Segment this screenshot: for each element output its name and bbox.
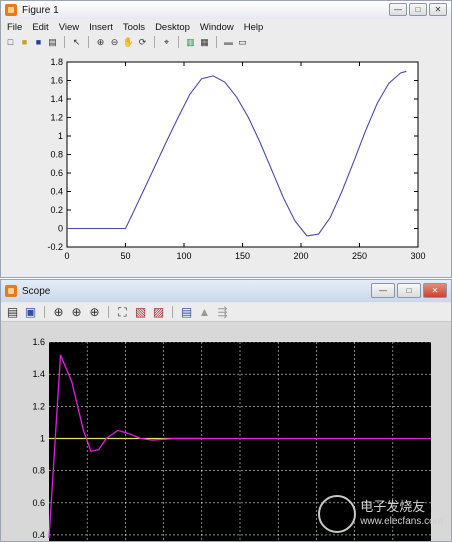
watermark-line1: 电子发烧友 [360,499,426,514]
watermark-line2: www.elecfans.com [360,516,443,527]
y-tick-label: 0.6 [32,498,45,508]
y-tick-label: 1.2 [50,113,63,123]
toolbar-separator [44,306,45,318]
scope-titlebar[interactable]: Scope — □ ✕ [1,280,451,302]
watermark-text: 电子发烧友 www.elecfans.com [360,499,443,529]
floating-scope-icon[interactable]: ▤ [179,305,194,320]
data-cursor-icon[interactable]: ⌖ [161,37,172,48]
close-button[interactable]: ✕ [423,283,447,298]
y-tick-label: 1.6 [50,76,63,86]
save-axes-icon[interactable]: ▧ [133,305,148,320]
y-tick-label: 0 [58,224,63,234]
zoom-y-icon[interactable]: ⊕ [87,305,102,320]
y-tick-label: 1.4 [32,369,45,379]
lock-icon[interactable]: ▲ [197,305,212,320]
menu-insert[interactable]: Insert [89,22,113,33]
x-tick-label: 100 [176,251,191,261]
matlab-icon [5,4,17,16]
legend-icon[interactable]: ▦ [199,37,210,48]
scope-title: Scope [22,285,51,297]
scope-app-icon [5,285,17,297]
figure-titlebar[interactable]: Figure 1 — □ ✕ [1,1,451,19]
menu-file[interactable]: File [7,22,22,33]
y-tick-label: 0.4 [32,530,45,540]
rotate-icon[interactable]: ⟳ [137,37,148,48]
toolbar-separator [108,306,109,318]
figure-menubar: File Edit View Insert Tools Desktop Wind… [1,20,451,34]
scope-window-buttons: — □ ✕ [371,283,447,298]
axes-box [66,61,419,248]
open-folder-icon[interactable]: ■ [19,37,30,48]
y-tick-label: 0.8 [32,466,45,476]
x-tick-label: 250 [352,251,367,261]
figure-window: Figure 1 — □ ✕ File Edit View Insert Too… [0,0,452,278]
x-tick-label: 150 [235,251,250,261]
menu-help[interactable]: Help [244,22,264,33]
y-tick-label: 1 [40,433,45,443]
print-icon[interactable]: ▤ [5,305,20,320]
y-tick-label: 0.4 [50,187,63,197]
toolbar-separator [178,36,179,48]
minimize-button[interactable]: — [389,3,407,16]
print-icon[interactable]: ▤ [47,37,58,48]
figure-plot[interactable]: 0 50 100 150 200 250 300-0.200.20.40.60.811.21… [1,50,451,277]
y-tick-label: 0.8 [50,150,63,160]
figure-axes-area: 0 50 100 150 200 250 300 -0.2 0 0.2 0.4 0.6 0.8 1 1.2 1… [1,50,451,277]
save-icon[interactable]: ■ [33,37,44,48]
colorbar-icon[interactable]: ▥ [185,37,196,48]
hide-tools-icon[interactable]: ▬ [223,37,234,48]
figure-window-buttons: — □ ✕ [389,3,447,16]
maximize-button[interactable]: □ [397,283,421,298]
y-tick-label: 0.2 [50,205,63,215]
toolbar-separator [216,36,217,48]
toolbar-separator [64,36,65,48]
close-button[interactable]: ✕ [429,3,447,16]
maximize-button[interactable]: □ [409,3,427,16]
toolbar-separator [88,36,89,48]
y-tick-label: 1.2 [32,401,45,411]
minimize-button[interactable]: — [371,283,395,298]
scope-toolbar: ▤ ▣ ⊕ ⊕ ⊕ ⛶ ▧ ▨ ▤ ▲ ⇶ [1,303,451,322]
toolbar-separator [154,36,155,48]
pointer-icon[interactable]: ↖ [71,37,82,48]
x-tick-label: 200 [293,251,308,261]
y-tick-label: 1.4 [50,94,63,104]
watermark: 电子发烧友 www.elecfans.com [318,495,443,533]
scope-window: Scope — □ ✕ ▤ ▣ ⊕ ⊕ ⊕ ⛶ ▧ ▨ ▤ ▲ ⇶ 0.4 0.6… [0,279,452,542]
menu-edit[interactable]: Edit [32,22,48,33]
toolbar-separator [172,306,173,318]
zoom-x-icon[interactable]: ⊕ [69,305,84,320]
show-tools-icon[interactable]: ▭ [237,37,248,48]
zoom-out-icon[interactable]: ⊖ [109,37,120,48]
y-tick-label: 0.6 [50,168,63,178]
menu-view[interactable]: View [59,22,79,33]
autoscale-icon[interactable]: ⛶ [115,305,130,320]
figure-title: Figure 1 [22,4,59,16]
y-tick-label: 1.6 [32,337,45,347]
menu-window[interactable]: Window [200,22,234,33]
y-tick-label: 1 [58,131,63,141]
menu-desktop[interactable]: Desktop [155,22,190,33]
y-tick-label: -0.2 [47,242,63,252]
y-tick-label: 1.8 [50,57,63,67]
pan-icon[interactable]: ✋ [123,37,134,48]
x-tick-label: 50 [120,251,130,261]
menu-tools[interactable]: Tools [123,22,145,33]
watermark-logo [318,495,357,533]
zoom-icon[interactable]: ⊕ [51,305,66,320]
signal-selection-icon[interactable]: ⇶ [215,305,230,320]
x-tick-label: 300 [410,251,425,261]
figure-toolbar: □ ■ ■ ▤ ↖ ⊕ ⊖ ✋ ⟳ ⌖ ▥ ▦ ▬ ▭ [1,35,451,49]
parameters-icon[interactable]: ▣ [23,305,38,320]
new-file-icon[interactable]: □ [5,37,16,48]
x-tick-label: 0 [64,251,69,261]
zoom-in-icon[interactable]: ⊕ [95,37,106,48]
restore-axes-icon[interactable]: ▨ [151,305,166,320]
